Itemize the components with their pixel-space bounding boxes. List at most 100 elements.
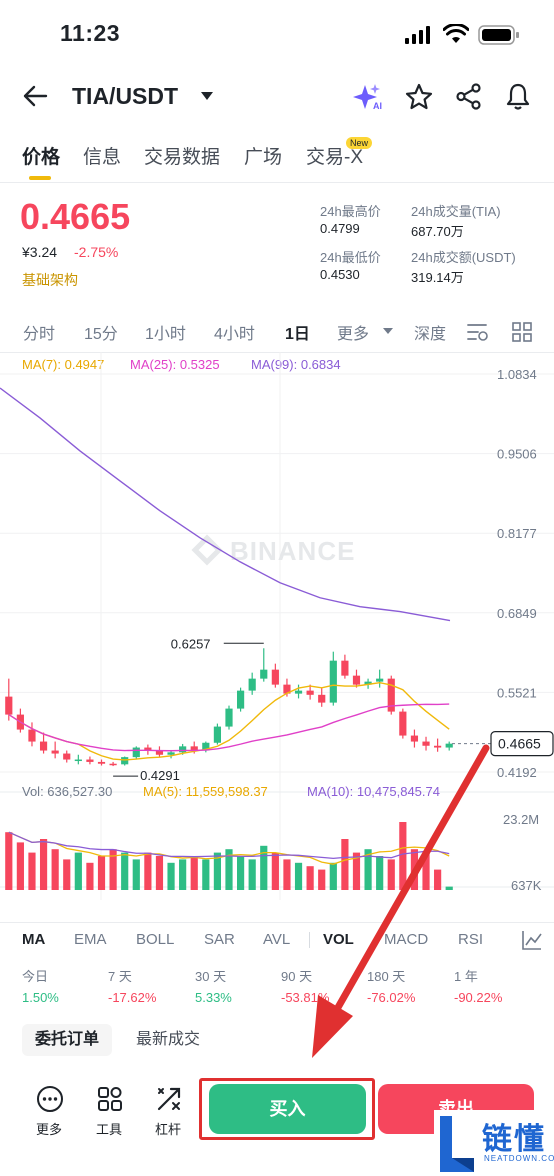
site-name: 链懂	[482, 1123, 546, 1156]
indicator-macd[interactable]: MACD	[384, 931, 428, 948]
candle	[376, 678, 384, 682]
volume-bar	[28, 852, 36, 890]
low-label: 24h最低价	[320, 250, 381, 265]
share-icon[interactable]	[455, 83, 483, 110]
candle	[318, 694, 326, 703]
candle	[225, 708, 233, 727]
perf-label-30d: 30 天	[195, 969, 227, 984]
interval-4h[interactable]: 4小时	[214, 320, 255, 344]
indicator-ema[interactable]: EMA	[74, 931, 107, 948]
volume-value: 687.70万	[411, 224, 464, 239]
tab-recent-trades[interactable]: 最新成交	[136, 1024, 200, 1056]
current-price-label: 0.4665	[498, 736, 541, 752]
active-tab-indicator	[29, 176, 51, 180]
site-logo-icon	[440, 1116, 474, 1172]
volume-bar	[74, 852, 82, 890]
volume-info: Vol: 636,527.30	[22, 784, 113, 799]
leverage-label: 杠杆	[155, 1122, 182, 1137]
volume-bar	[329, 862, 337, 890]
candlestick-chart[interactable]: 1.0834 0.9506 0.8177 0.6849 0.5521 0.4192 BINA…	[0, 352, 554, 900]
volume-axis-label: 637K	[511, 878, 542, 893]
interval-more[interactable]: 更多	[337, 320, 369, 344]
chart-settings-icon[interactable]	[466, 322, 490, 342]
perf-value-90d: -53.81%	[281, 990, 330, 1005]
candle	[167, 752, 175, 755]
tab-info[interactable]: 信息	[83, 142, 121, 169]
indicator-avl[interactable]: AVL	[263, 931, 290, 948]
wifi-icon	[443, 24, 469, 43]
depth-tab[interactable]: 深度	[414, 320, 446, 344]
perf-value-today: 1.50%	[22, 990, 59, 1005]
interval-time[interactable]: 分时	[23, 320, 55, 344]
tools-icon[interactable]	[96, 1085, 124, 1113]
leverage-icon[interactable]	[155, 1085, 183, 1113]
turnover-value: 319.14万	[411, 270, 464, 285]
bell-icon[interactable]	[505, 82, 531, 111]
volume-bar	[16, 842, 24, 890]
indicator-vol[interactable]: VOL	[323, 931, 354, 948]
caret-down-icon	[383, 328, 393, 334]
ai-sparkle-icon[interactable]: AI	[353, 83, 385, 111]
category-tag[interactable]: 基础架构	[22, 270, 78, 290]
price-change: -2.75%	[74, 244, 119, 260]
interval-1h[interactable]: 1小时	[145, 320, 186, 344]
tab-open-orders[interactable]: 委托订单	[22, 1024, 112, 1056]
tab-square[interactable]: 广场	[244, 142, 282, 169]
candle	[248, 678, 256, 691]
volume-bar	[376, 856, 384, 890]
volume-bar	[155, 856, 164, 890]
candle	[121, 757, 129, 765]
turnover-label: 24h成交额(USDT)	[411, 250, 516, 265]
tab-trading-data[interactable]: 交易数据	[144, 142, 220, 169]
candle	[5, 696, 13, 715]
status-bar: 11:23	[0, 0, 554, 70]
volume-bar	[202, 859, 210, 890]
candle	[271, 669, 279, 685]
candle	[410, 735, 419, 742]
star-icon[interactable]	[405, 83, 433, 110]
indicator-sar[interactable]: SAR	[204, 931, 235, 948]
volume-bar	[283, 859, 291, 890]
chevron-down-icon[interactable]	[199, 90, 215, 102]
indicator-ma[interactable]: MA	[22, 931, 45, 948]
volume-bar	[422, 852, 430, 890]
candle	[213, 726, 222, 743]
volume-bar	[248, 859, 256, 890]
volume-bar	[86, 862, 94, 890]
buy-button[interactable]: 买入	[209, 1084, 366, 1134]
candle	[445, 743, 453, 748]
volume-bar	[434, 869, 442, 890]
tab-price[interactable]: 价格	[22, 142, 60, 169]
perf-value-7d: -17.62%	[108, 990, 157, 1005]
candle	[260, 669, 268, 679]
perf-label-1y: 1 年	[454, 969, 478, 984]
candle	[329, 660, 337, 703]
more-icon[interactable]	[36, 1085, 64, 1113]
layout-grid-icon[interactable]	[511, 321, 533, 343]
low-value: 0.4530	[320, 267, 360, 282]
y-axis-label: 0.6849	[497, 606, 537, 621]
interval-15m[interactable]: 15分	[84, 320, 118, 344]
binance-watermark: BINANCE	[230, 536, 355, 566]
more-label: 更多	[36, 1122, 63, 1137]
status-time: 11:23	[60, 20, 121, 46]
indicator-settings-icon[interactable]	[521, 929, 543, 951]
volume-bar	[63, 859, 71, 890]
indicator-rsi[interactable]: RSI	[458, 931, 483, 948]
indicator-boll[interactable]: BOLL	[136, 931, 174, 948]
volume-bar	[39, 839, 48, 890]
fiat-price: ¥3.24	[22, 244, 58, 260]
last-price: 0.4665	[20, 196, 131, 237]
volume-bar	[190, 856, 198, 890]
divider	[309, 932, 310, 948]
y-axis-label: 0.4192	[497, 765, 537, 780]
perf-value-1y: -90.22%	[454, 990, 503, 1005]
volume-bar	[51, 849, 59, 890]
back-arrow-icon[interactable]	[22, 84, 48, 108]
volume-bar	[271, 852, 279, 890]
high-marker-label: 0.6257	[171, 636, 211, 651]
tab-bar: 价格 信息 交易数据 广场 交易-X New	[0, 134, 554, 182]
candle	[306, 690, 314, 695]
trading-pair-title[interactable]: TIA/USDT	[72, 83, 178, 110]
interval-1d[interactable]: 1日	[285, 320, 310, 344]
